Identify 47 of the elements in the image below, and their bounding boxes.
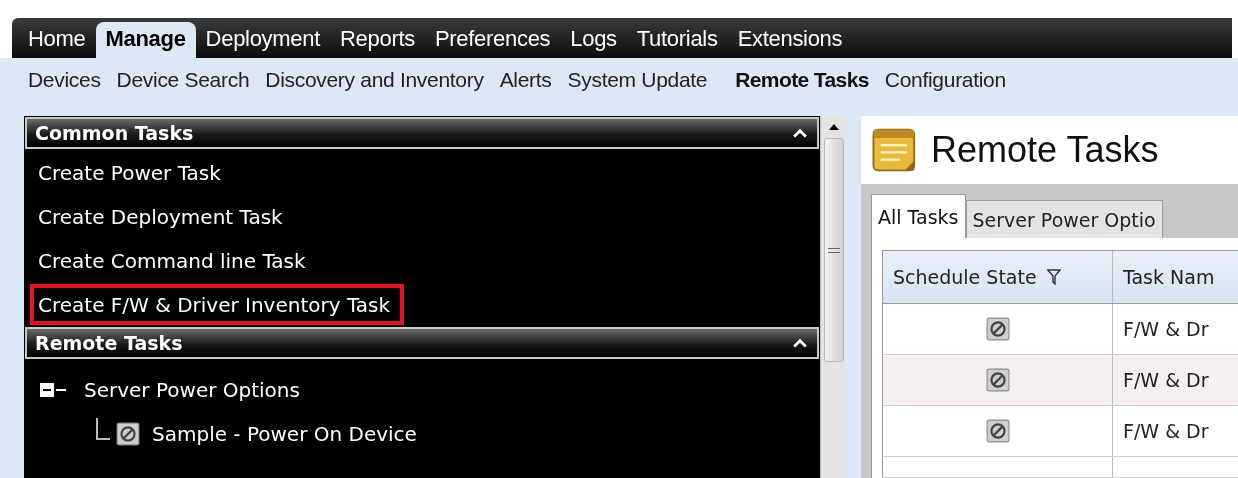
disabled-schedule-icon [985, 317, 1010, 341]
tree-connector [96, 418, 110, 440]
table-cell-text: F/W & Dr [1122, 419, 1210, 444]
sub-tab[interactable]: Remote Tasks [727, 68, 877, 92]
tree-connector [56, 389, 66, 391]
sub-tab[interactable]: Alerts [491, 68, 560, 92]
section-title: Remote Tasks [35, 332, 183, 354]
main-tab[interactable]: Tutorials [626, 18, 728, 58]
disabled-schedule-icon [985, 419, 1010, 443]
collapse-chevron-icon[interactable] [793, 128, 807, 138]
disabled-schedule-icon [116, 422, 140, 446]
task-link[interactable]: Create F/W & Driver Inventory Task [30, 283, 405, 325]
sub-tab[interactable]: Configuration [876, 68, 1014, 92]
tree-node-label[interactable]: Sample - Power On Device [152, 422, 417, 446]
collapse-toggle-icon[interactable] [40, 383, 54, 397]
main-tab[interactable]: Deployment [195, 18, 330, 58]
section-header[interactable]: Common Tasks [25, 117, 819, 149]
disabled-schedule-icon [985, 368, 1010, 392]
tab[interactable]: All Tasks [871, 194, 966, 238]
tree-node-label[interactable]: Server Power Options [84, 378, 300, 402]
section-header[interactable]: Remote Tasks [25, 327, 819, 359]
main-tab[interactable]: Logs [560, 18, 627, 58]
sub-tab[interactable]: Device Search [108, 68, 258, 92]
page-title: Remote Tasks [931, 129, 1159, 171]
filter-icon[interactable] [1046, 269, 1061, 285]
table-cell-text: F/W & Dr [1122, 368, 1210, 393]
section-title: Common Tasks [35, 122, 194, 144]
main-tab[interactable]: Extensions [727, 18, 853, 58]
scroll-thumb[interactable] [823, 138, 844, 362]
collapse-chevron-icon[interactable] [793, 338, 807, 348]
sub-tab[interactable]: System Update [559, 68, 716, 92]
column-header-label: Schedule State [893, 266, 1037, 288]
scrollbar[interactable] [820, 116, 846, 478]
sub-tab[interactable]: Discovery and Inventory [257, 68, 492, 92]
main-tab[interactable]: Manage [95, 22, 196, 58]
column-header[interactable]: Task Nam [1113, 251, 1238, 303]
main-tab[interactable]: Reports [330, 18, 425, 58]
task-link[interactable]: Create Power Task [30, 151, 235, 193]
task-link[interactable]: Create Command line Task [30, 239, 320, 281]
main-tab[interactable]: Home [18, 18, 96, 58]
table-cell-text: F/W & Dr [1122, 317, 1210, 342]
column-header[interactable]: Schedule State [883, 251, 1113, 303]
scroll-up-arrow-icon[interactable] [828, 124, 839, 130]
tab[interactable]: Server Power Optio [965, 200, 1163, 238]
sub-tab[interactable]: Devices [20, 68, 109, 92]
task-link[interactable]: Create Deployment Task [30, 195, 297, 237]
main-tab[interactable]: Preferences [424, 18, 561, 58]
